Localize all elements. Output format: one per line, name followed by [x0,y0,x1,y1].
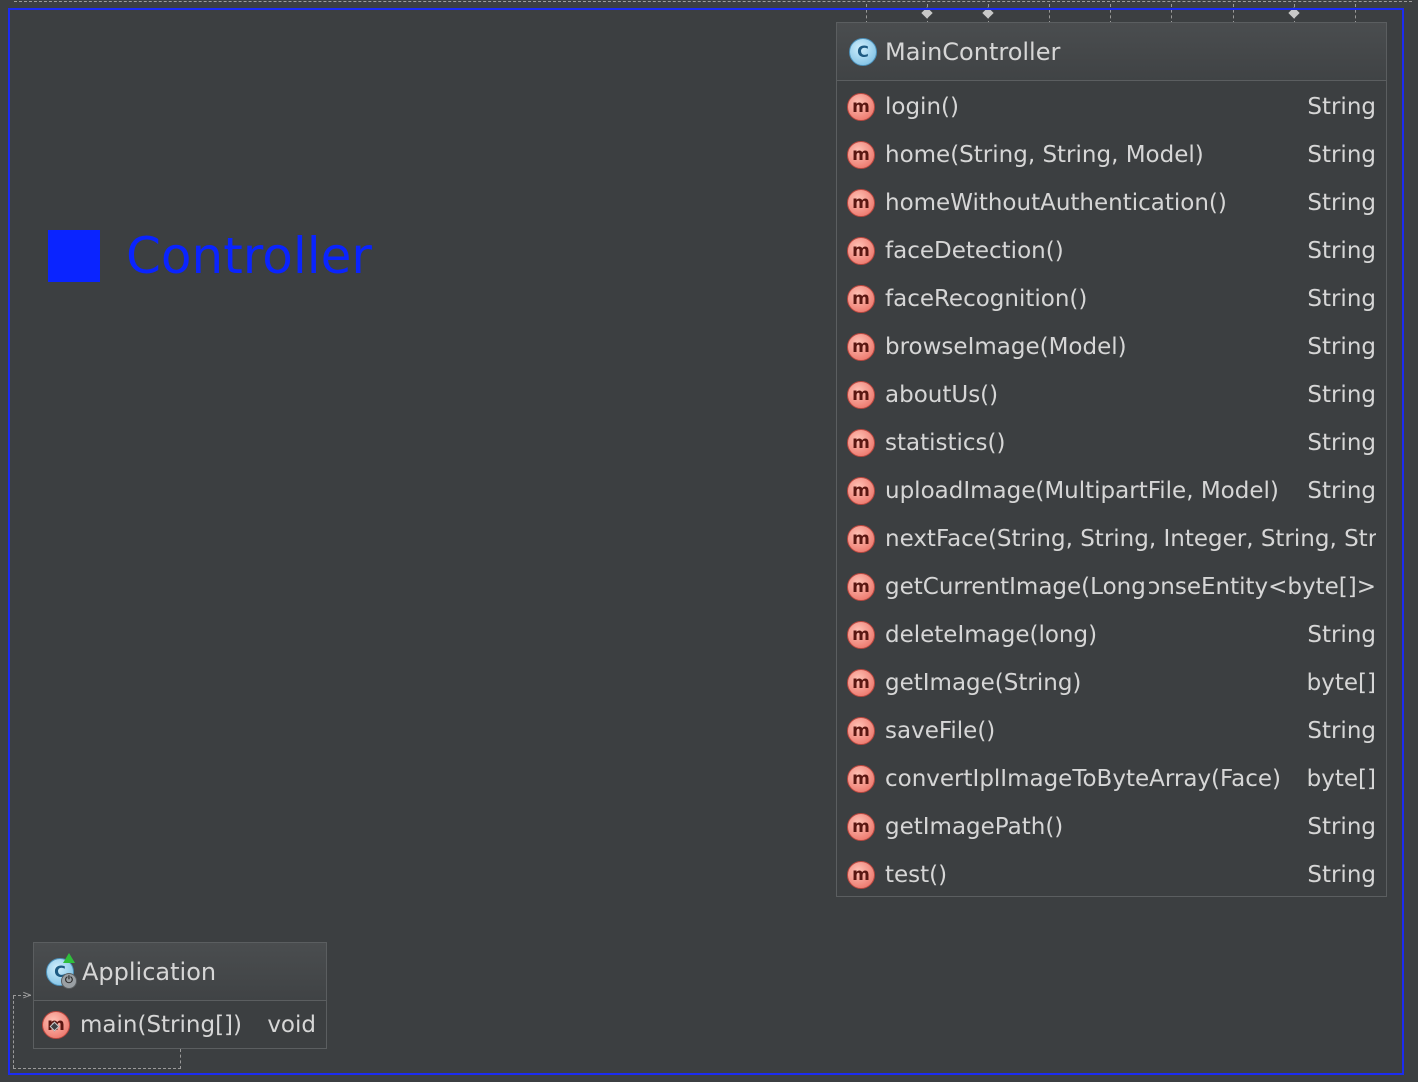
method-icon: m [847,381,875,409]
method-icon: m [847,93,875,121]
method-icon: m [847,765,875,793]
method-return-type: String [1305,238,1376,264]
method-name: statistics() [885,430,1006,456]
method-return-type: String [1305,478,1376,504]
method-row[interactable]: m getImage(String) byte[] [837,659,1386,707]
method-name: getImagePath() [885,814,1064,840]
method-return-type: String [1305,142,1376,168]
method-icon: m [847,477,875,505]
method-return-type: String [1305,718,1376,744]
class-icon: C [849,37,877,66]
method-icon: m [847,189,875,217]
method-return-type: String [1305,190,1376,216]
method-row[interactable]: m home(String, String, Model) String [837,131,1386,179]
class-header[interactable]: C MainController [837,23,1386,81]
static-marker-icon [49,1021,60,1032]
method-return-type: ɔnseEntity<byte[]> [1145,574,1376,600]
method-row[interactable]: mmain(String[])void [34,1001,326,1049]
dependency-line [13,996,14,1068]
method-row[interactable]: m test() String [837,851,1386,899]
method-return-type: byte[] [1304,670,1376,696]
method-name: browseImage(Model) [885,334,1127,360]
package-label: Controller [48,226,372,286]
class-box-application[interactable]: C⏻ Application mmain(String[])void [33,942,327,1049]
method-name: uploadImage(MultipartFile, Model) [885,478,1279,504]
method-icon: m [847,717,875,745]
top-dependency-line-right [1112,1,1412,2]
spring-boot-application-icon: C ⏻ [46,952,77,989]
method-row[interactable]: m homeWithoutAuthentication() String [837,179,1386,227]
method-name: getImage(String) [885,670,1082,696]
method-return-type: byte[] [1304,766,1376,792]
method-name: nextFace(String, String, Integer, String… [885,526,1376,552]
method-return-type: String [1305,862,1376,888]
method-name: faceDetection() [885,238,1064,264]
method-name: home(String, String, Model) [885,142,1204,168]
method-name: faceRecognition() [885,286,1088,312]
method-row[interactable]: m deleteImage(long) String [837,611,1386,659]
method-row[interactable]: m nextFace(String, String, Integer, Strin… [837,515,1386,563]
method-name: aboutUs() [885,382,999,408]
dependency-line [180,1049,181,1069]
method-return-type: String [1305,382,1376,408]
method-icon: m [847,813,875,841]
method-icon: m [847,861,875,889]
package-icon [48,230,100,282]
method-return-type: String [1305,430,1376,456]
method-return-type: String [1305,814,1376,840]
method-return-type: void [265,1012,316,1038]
method-icon: m [847,621,875,649]
method-row[interactable]: m faceDetection() String [837,227,1386,275]
dependency-line [13,1068,181,1069]
method-icon: m [847,237,875,265]
method-row[interactable]: m convertIplImageToByteArray(Face) byte[] [837,755,1386,803]
method-row[interactable]: m uploadImage(MultipartFile, Model) String [837,467,1386,515]
class-box-main-controller[interactable]: C MainController m login() String m home(St… [836,22,1387,897]
method-row[interactable]: m statistics() String [837,419,1386,467]
method-row[interactable]: m faceRecognition() String [837,275,1386,323]
method-row[interactable]: m aboutUs() String [837,371,1386,419]
method-icon: m [847,669,875,697]
method-icon: m [847,525,875,553]
class-header[interactable]: C ⏻ Application [34,943,326,1001]
run-flag-icon [63,952,75,963]
class-name: MainController [885,37,1061,66]
power-icon: ⏻ [61,972,77,989]
method-name: convertIplImageToByteArray(Face) [885,766,1282,792]
method-row[interactable]: m browseImage(Model) String [837,323,1386,371]
top-dependency-line [14,1,1110,2]
method-return-type: String [1305,94,1376,120]
method-icon: m [847,429,875,457]
class-name: Application [82,957,217,986]
method-name: login() [885,94,959,120]
method-icon: m [847,333,875,361]
method-name: homeWithoutAuthentication() [885,190,1227,216]
method-row[interactable]: m getImagePath() String [837,803,1386,851]
method-row[interactable]: m getCurrentImage(Long) ɔnseEntity<byte[]> [837,563,1386,611]
package-name: Controller [126,227,372,285]
method-icon: m [847,141,875,169]
method-list: mmain(String[])void [34,1001,326,1049]
arrow-head-icon: > [22,988,33,1002]
static-method-icon: m [42,1011,70,1039]
method-name: saveFile() [885,718,996,744]
method-name: test() [885,862,948,888]
method-return-type: String [1305,334,1376,360]
method-icon: m [847,285,875,313]
method-list: m login() String m home(String, String, Mod… [837,81,1386,899]
method-name: deleteImage(long) [885,622,1098,648]
method-return-type: String [1305,286,1376,312]
method-return-type: String [1305,622,1376,648]
method-row[interactable]: m login() String [837,83,1386,131]
method-row[interactable]: m saveFile() String [837,707,1386,755]
method-icon: m [847,573,875,601]
